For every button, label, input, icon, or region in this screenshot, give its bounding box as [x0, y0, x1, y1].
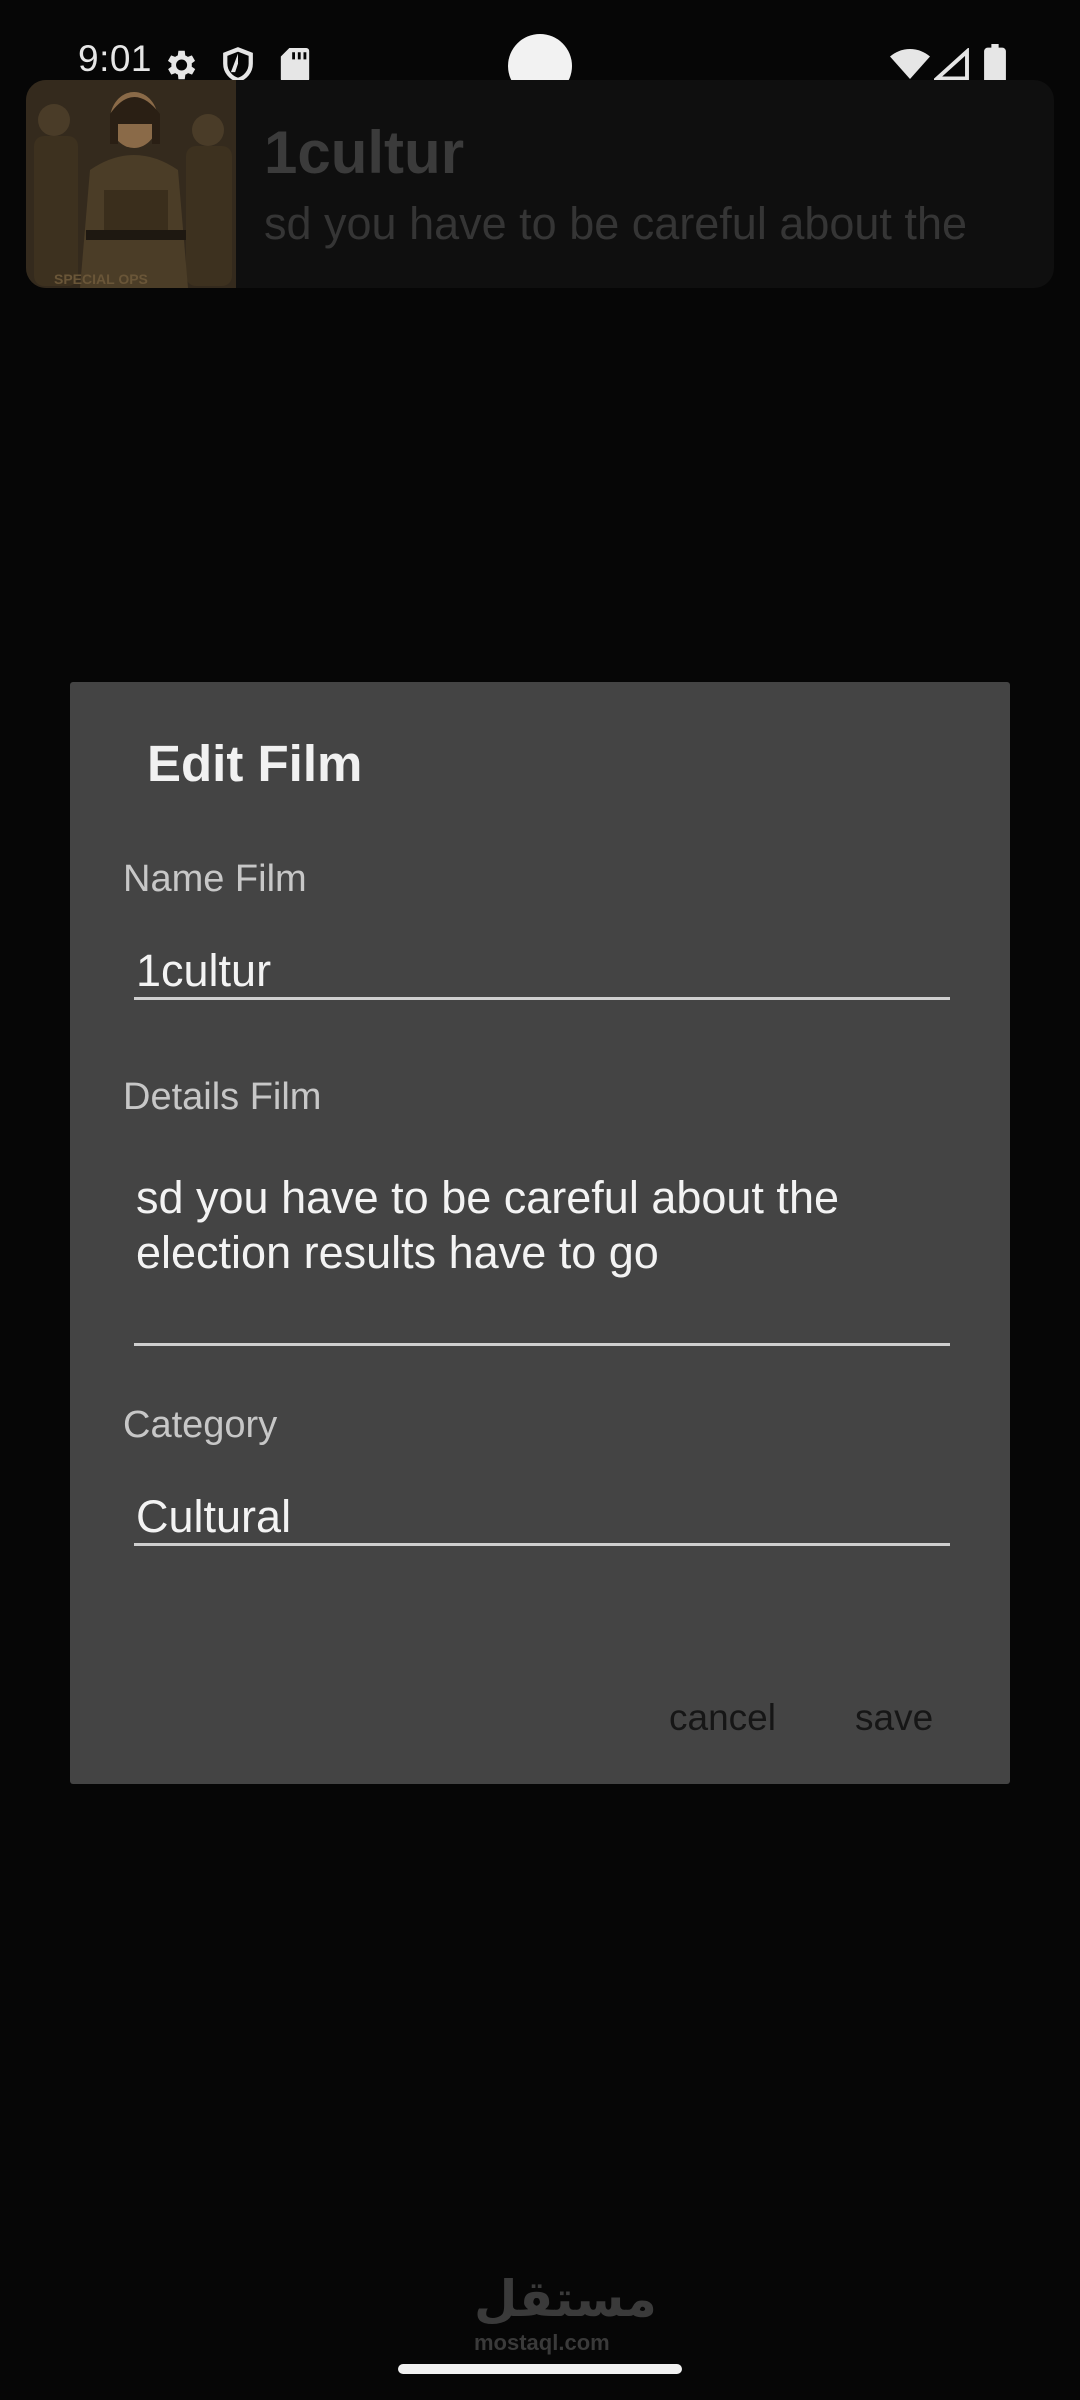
status-time: 9:01 — [78, 38, 153, 79]
wifi-icon — [890, 49, 930, 79]
save-button[interactable]: save — [841, 1687, 947, 1749]
gear-icon — [167, 50, 196, 80]
film-title: 1cultur — [264, 119, 465, 186]
sd-card-icon — [280, 48, 310, 82]
details-film-input[interactable]: sd you have to be careful about the elec… — [134, 1170, 950, 1346]
category-input[interactable] — [134, 1490, 950, 1546]
name-film-label: Name Film — [123, 858, 307, 900]
battery-icon — [984, 44, 1006, 84]
category-label: Category — [123, 1404, 278, 1446]
svg-text:SPECIAL OPS: SPECIAL OPS — [54, 271, 148, 287]
name-film-input[interactable] — [134, 944, 950, 1000]
dialog-title: Edit Film — [147, 735, 363, 792]
watermark-logo: مستقل — [474, 2270, 657, 2328]
film-description: sd you have to be careful about the — [264, 198, 967, 249]
edit-film-dialog: Edit Film Name Film Details Film sd you … — [70, 682, 1010, 1784]
watermark-text: mostaql.com — [474, 2330, 610, 2355]
shield-icon — [223, 47, 253, 83]
film-thumbnail: SPECIAL OPS — [26, 80, 236, 288]
screen: 9:01 SPECIAL OPS 1cultur sd you have to … — [0, 0, 1080, 2400]
details-film-label: Details Film — [123, 1076, 322, 1118]
film-list-item[interactable]: SPECIAL OPS 1cultur sd you have to be ca… — [26, 80, 1054, 288]
cancel-button[interactable]: cancel — [655, 1687, 790, 1749]
home-indicator[interactable] — [398, 2364, 682, 2374]
signal-icon — [934, 48, 969, 81]
